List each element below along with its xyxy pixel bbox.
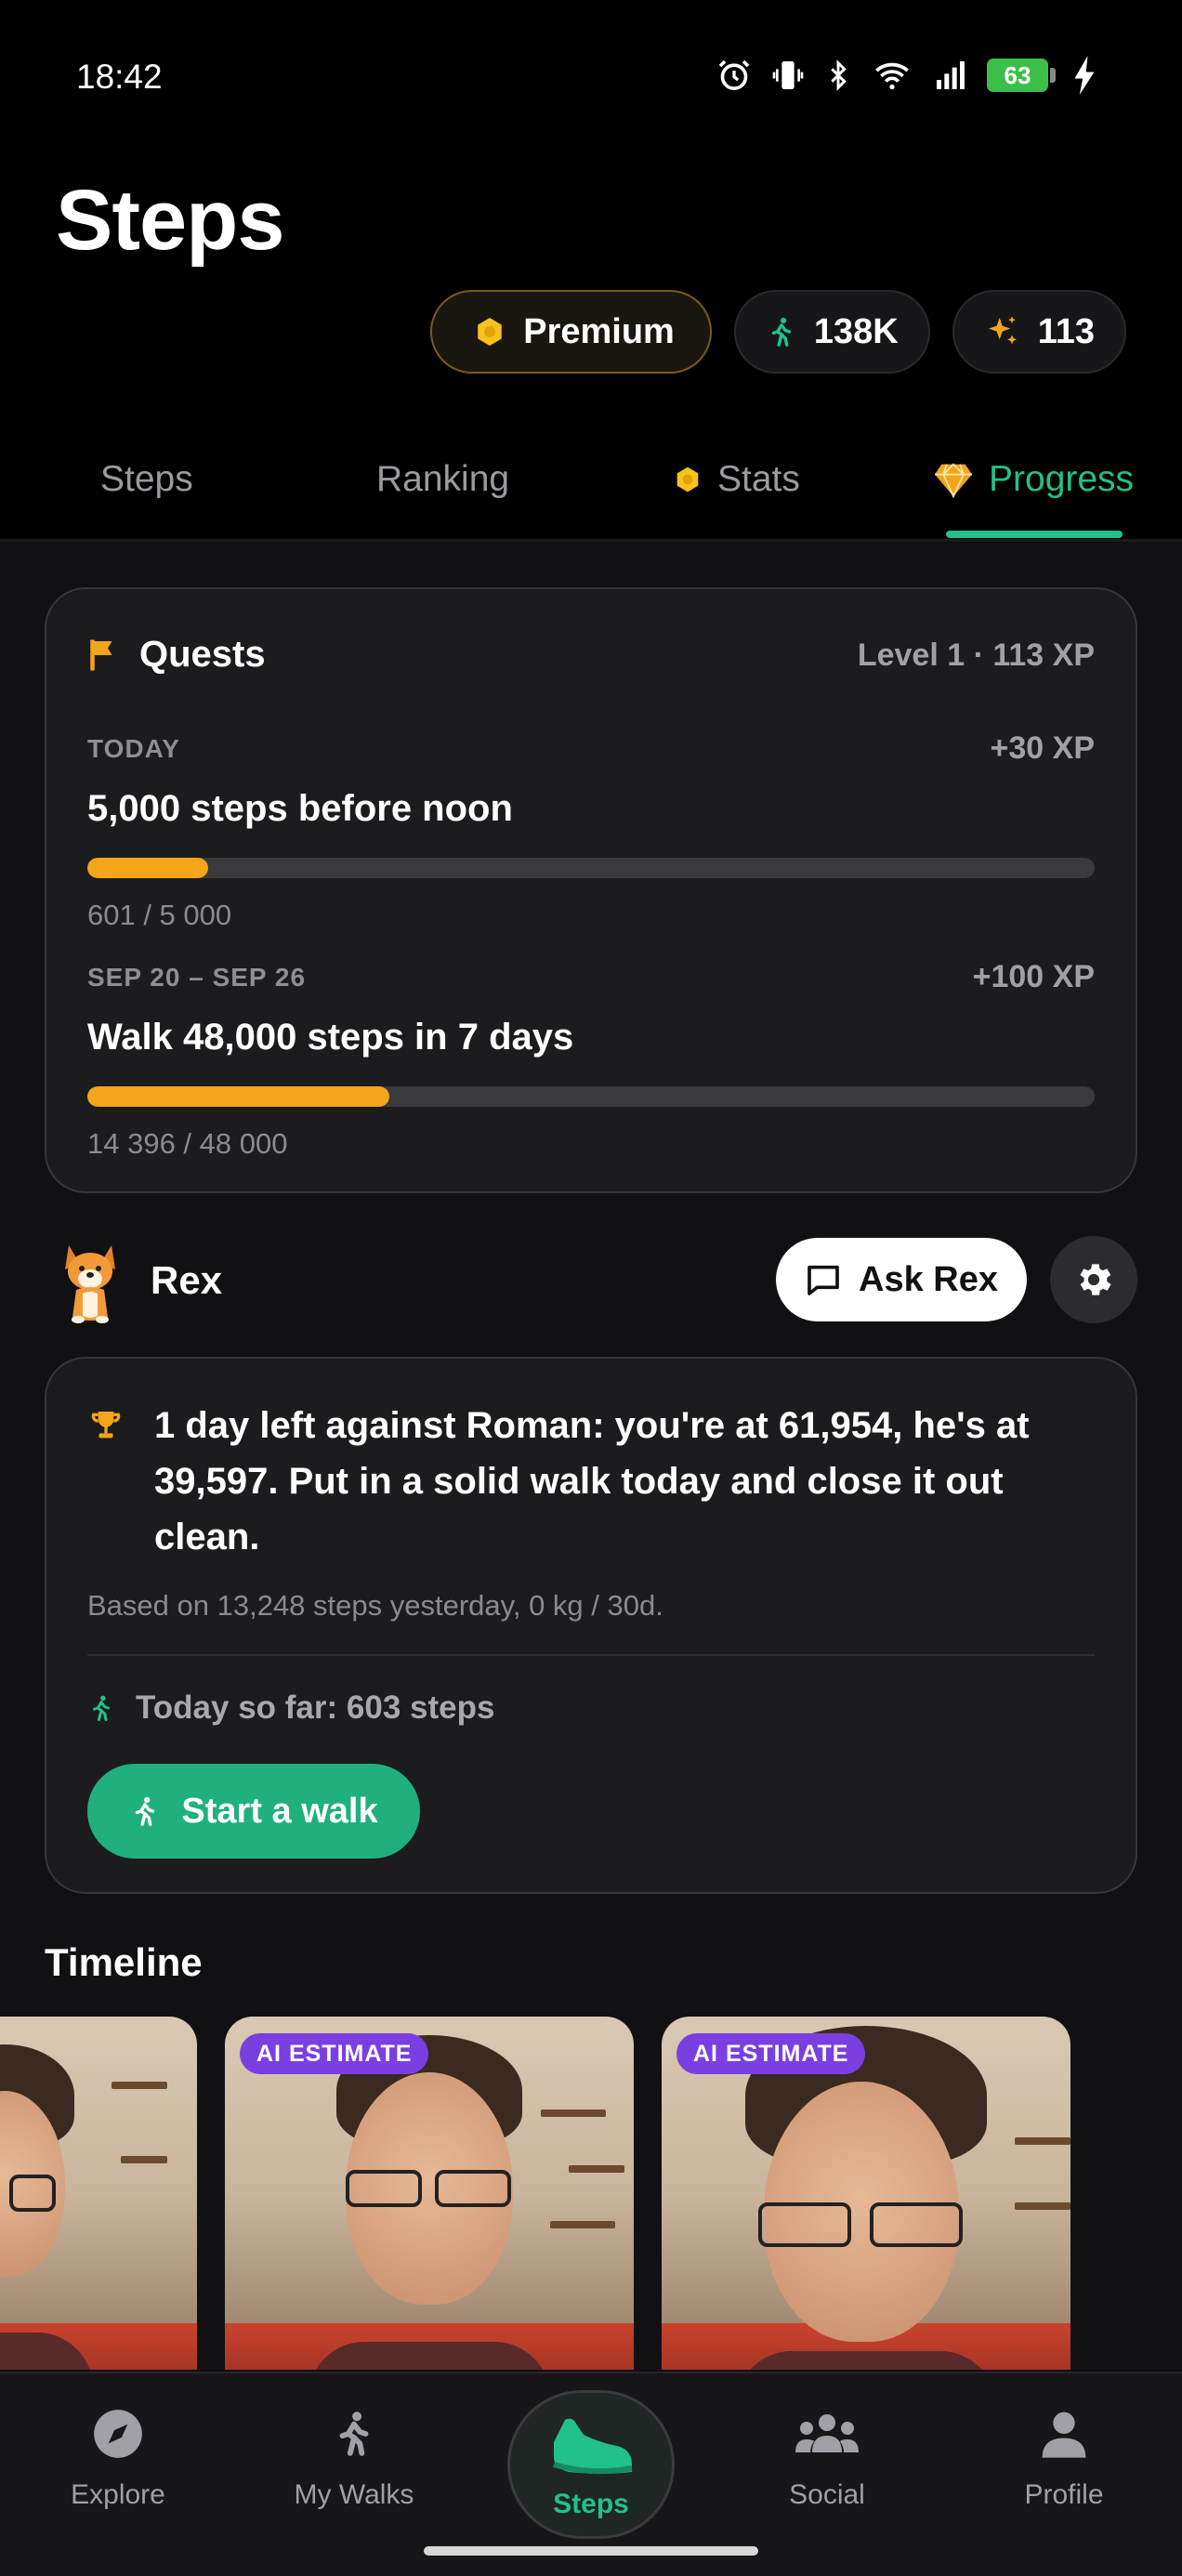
status-bar: 18:42 63 [0,0,1182,153]
quests-card: Quests Level 1 · 113 XP TODAY +30 XP 5,0… [45,587,1137,1193]
tab-ranking-label: Ranking [376,458,510,499]
people-icon [795,2414,859,2452]
hexagon-coin-icon [478,318,502,346]
tab-steps[interactable]: Steps [100,416,193,542]
gem-icon [935,462,972,498]
nav-social-label: Social [789,2479,865,2510]
xp-value: 113 [1037,311,1095,351]
steps-total-value: 138K [813,311,899,351]
hexagon-coin-icon [676,467,699,492]
ai-estimate-badge: AI ESTIMATE [240,2033,429,2074]
timeline-title: Timeline [45,1940,203,1984]
shoe-icon [553,2418,633,2475]
today-steps: Today so far: 603 steps [87,1689,494,1727]
nav-steps[interactable]: Steps [507,2390,675,2539]
timeline-photo[interactable]: AI ESTIMATE [662,2017,1070,2370]
rex-settings-button[interactable] [1050,1236,1137,1323]
nav-my-walks[interactable]: My Walks [261,2401,447,2511]
walker-icon [93,1695,110,1721]
start-walk-button[interactable]: Start a walk [87,1764,420,1859]
xp-pill[interactable]: 113 [952,290,1126,374]
page-title: Steps [56,173,285,268]
flag-icon [90,639,112,670]
premium-button[interactable]: Premium [430,290,712,374]
quests-level: Level 1 · 113 XP [857,637,1095,673]
charging-icon [1074,56,1095,95]
rex-dog-avatar [65,1245,115,1323]
quests-title: Quests [139,634,266,675]
quest-date: TODAY [87,734,180,763]
trophy-icon [91,1412,121,1439]
wifi-icon [875,62,909,90]
premium-label: Premium [523,311,675,351]
tab-progress-label: Progress [989,458,1135,499]
quest-progress-bar [87,858,1095,878]
start-walk-label: Start a walk [181,1791,378,1831]
rex-row: Rex Ask Rex [45,1236,1137,1325]
quest-name: Walk 48,000 steps in 7 days [87,1017,574,1058]
nav-explore-label: Explore [71,2479,165,2510]
walker-icon [771,317,792,347]
quests-header: Quests [87,634,266,676]
status-time: 18:42 [76,58,163,96]
timeline-photo[interactable]: AI ESTIMATE [225,2017,634,2370]
gear-icon [1080,1264,1111,1295]
walker-icon [136,1796,155,1826]
quest-xp: +30 XP [990,730,1095,766]
rex-message: 1 day left against Roman: you're at 61,9… [154,1405,1030,1557]
ask-rex-button[interactable]: Ask Rex [776,1238,1027,1321]
tab-stats-label: Stats [717,458,800,499]
quest-progress-text: 601 / 5 000 [87,899,232,931]
steps-total-pill[interactable]: 138K [733,290,930,374]
tab-stats[interactable]: Stats [673,416,800,542]
rex-insight-card: 1 day left against Roman: you're at 61,9… [45,1357,1137,1894]
today-steps-label: Today so far: 603 steps [136,1689,495,1726]
quest-progress-text: 14 396 / 48 000 [87,1127,288,1160]
app-header: Steps Premium 138K 113 Steps Ranking Sta… [0,153,1182,542]
battery-level: 63 [987,59,1048,92]
nav-profile-label: Profile [1024,2479,1104,2510]
tab-steps-label: Steps [100,458,193,499]
bluetooth-icon [831,59,847,91]
quest-date: SEP 20 – SEP 26 [87,963,307,992]
tab-bar: Steps Ranking Stats Progress [0,416,1182,542]
quest-item[interactable]: SEP 20 – SEP 26 +100 XP Walk 48,000 step… [87,959,1095,1161]
nav-explore[interactable]: Explore [25,2401,211,2511]
alarm-icon [718,59,750,90]
nav-my-walks-label: My Walks [294,2479,414,2510]
tab-progress[interactable]: Progress [933,416,1134,542]
ask-rex-label: Ask Rex [859,1259,998,1299]
timeline-carousel[interactable]: AI ESTIMATE AI ESTIMATE [0,2017,1182,2370]
person-icon [1042,2412,1086,2458]
quest-item[interactable]: TODAY +30 XP 5,000 steps before noon 601… [87,730,1095,932]
quest-progress-fill [87,1086,390,1107]
header-pills: Premium 138K 113 [430,290,1126,374]
signal-icon [937,61,965,89]
status-icons: 63 [716,56,1097,95]
walker-icon [339,2412,369,2456]
rex-name: Rex [151,1258,223,1302]
card-divider [87,1654,1095,1656]
nav-profile[interactable]: Profile [971,2401,1157,2511]
quest-progress-bar [87,1086,1095,1107]
quest-xp: +100 XP [972,959,1095,994]
quest-name: 5,000 steps before noon [87,788,513,829]
vibrate-icon [772,61,804,89]
home-indicator[interactable] [424,2546,758,2556]
active-tab-indicator [946,531,1123,538]
nav-steps-label: Steps [553,2489,629,2519]
tab-ranking[interactable]: Ranking [376,416,509,542]
compass-icon [94,2410,142,2458]
header-divider [0,539,1182,542]
sparkle-icon [988,316,1017,345]
timeline-photo[interactable] [0,2017,197,2370]
rex-basis-text: Based on 13,248 steps yesterday, 0 kg / … [87,1589,663,1622]
quest-progress-fill [87,858,209,878]
chat-icon [808,1265,839,1295]
battery-indicator: 63 [987,59,1056,92]
ai-estimate-badge: AI ESTIMATE [676,2033,866,2074]
nav-social[interactable]: Social [734,2401,920,2511]
bottom-nav: Explore My Walks Steps Social Profile [0,2372,1182,2576]
